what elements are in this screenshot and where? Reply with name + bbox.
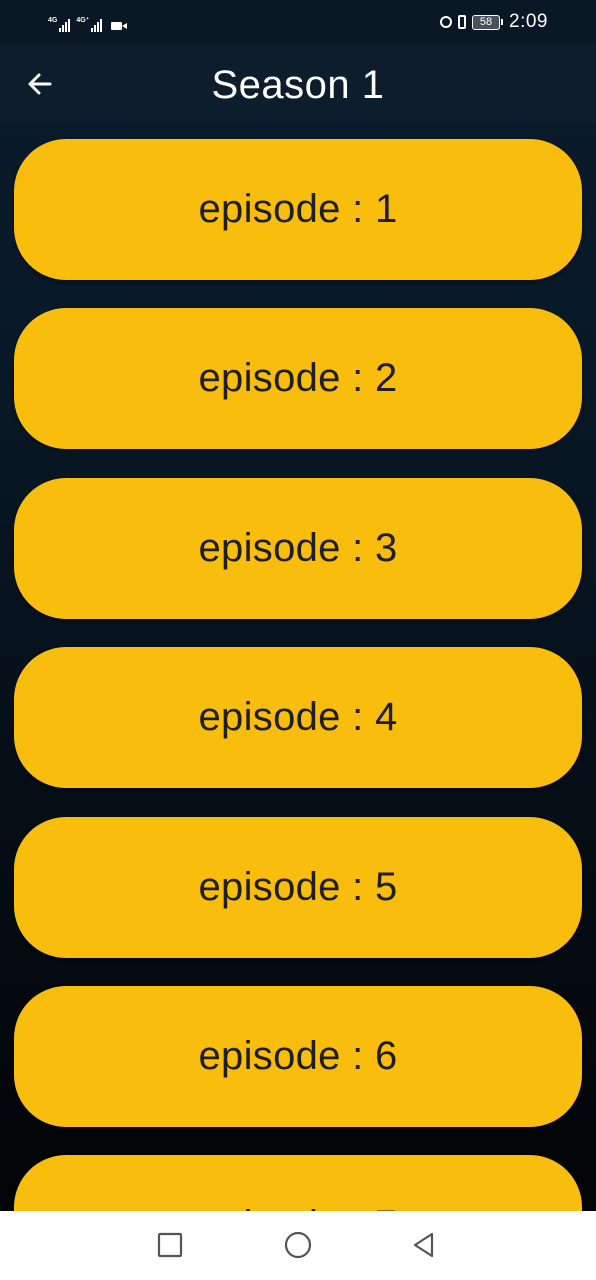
battery-level: 58 xyxy=(472,14,501,30)
system-nav-bar xyxy=(0,1211,596,1280)
back-button[interactable] xyxy=(22,66,58,102)
episode-button-1[interactable]: episode : 1 xyxy=(14,139,582,280)
network-type-2: 4G⁺ xyxy=(76,17,90,24)
episode-label: episode : 2 xyxy=(198,356,398,400)
home-circle-icon xyxy=(284,1231,312,1259)
recents-square-icon xyxy=(157,1232,183,1258)
episode-button-6[interactable]: episode : 6 xyxy=(14,986,582,1127)
alarm-icon xyxy=(440,16,453,28)
signal-icon: 4G xyxy=(48,17,71,32)
app-bar: Season 1 xyxy=(0,44,596,124)
episode-label: episode : 3 xyxy=(198,526,398,570)
back-triangle-icon xyxy=(413,1232,434,1258)
video-camera-icon xyxy=(111,22,128,30)
episode-label: episode : 1 xyxy=(198,187,398,231)
episode-label: episode : 7 xyxy=(198,1203,397,1211)
home-button[interactable] xyxy=(280,1227,316,1263)
page-title: Season 1 xyxy=(211,63,385,107)
episode-label: episode : 5 xyxy=(198,865,398,909)
episode-button-3[interactable]: episode : 3 xyxy=(14,478,582,619)
episode-button-4[interactable]: episode : 4 xyxy=(14,647,582,788)
episode-button-5[interactable]: episode : 5 xyxy=(14,817,582,958)
status-bar-right: 58 2:09 xyxy=(440,10,548,34)
arrow-left-icon xyxy=(28,73,52,95)
vibrate-icon xyxy=(458,15,467,29)
episode-button-2[interactable]: episode : 2 xyxy=(14,308,582,449)
episode-button-7[interactable]: episode : 7 xyxy=(14,1155,582,1211)
battery-icon: 58 xyxy=(472,14,504,30)
nav-back-button[interactable] xyxy=(406,1227,442,1263)
status-bar-left: 4G 4G⁺ xyxy=(48,12,128,32)
episode-label: episode : 4 xyxy=(198,695,398,739)
status-bar: 4G 4G⁺ 58 2:09 xyxy=(0,0,596,44)
signal-icon: 4G⁺ xyxy=(76,17,103,32)
episode-list[interactable]: episode : 1 episode : 2 episode : 3 epis… xyxy=(0,124,596,1211)
status-time: 2:09 xyxy=(509,11,548,32)
recents-button[interactable] xyxy=(152,1227,188,1263)
episode-label: episode : 6 xyxy=(198,1034,398,1078)
network-type-1: 4G xyxy=(48,17,58,24)
